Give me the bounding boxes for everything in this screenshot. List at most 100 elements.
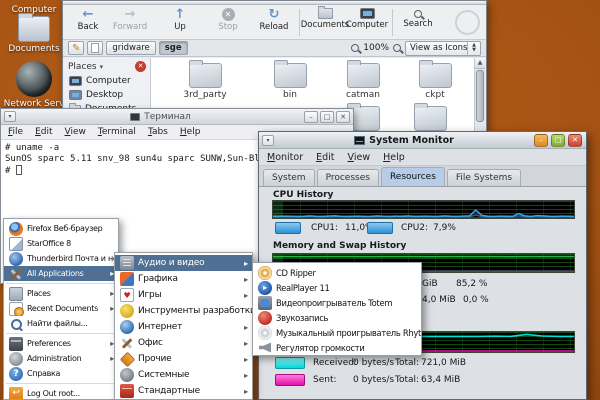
menu-item-other[interactable]: Прочие ▸	[115, 351, 252, 367]
menu-file[interactable]: File	[8, 127, 23, 137]
root-path-button[interactable]	[87, 41, 103, 55]
menu-terminal[interactable]: Terminal	[98, 127, 136, 137]
vertical-scrollbar[interactable]: ▲	[474, 58, 485, 138]
file-item-3rd-party[interactable]: 3rd_party	[173, 63, 237, 100]
terminal-titlebar[interactable]: Терминал	[1, 109, 353, 125]
menu-item-find-files[interactable]: Найти файлы...	[4, 316, 118, 331]
menu-separator	[6, 383, 116, 384]
menu-item-volume-control[interactable]: Регулятор громкости	[253, 340, 421, 355]
close-button[interactable]	[568, 134, 582, 147]
menu-item-firefox[interactable]: Firefox Веб-браузер	[4, 221, 118, 236]
menu-item-all-applications[interactable]: All Applications ▸	[4, 266, 118, 281]
window-menu-icon[interactable]	[4, 111, 16, 122]
maximize-button[interactable]	[551, 134, 565, 147]
scroll-up-icon[interactable]: ▲	[475, 58, 485, 69]
menu-item-realplayer[interactable]: RealPlayer 11	[253, 280, 421, 295]
search-button[interactable]: Search	[397, 7, 439, 29]
edit-location-button[interactable]: ✎	[68, 41, 84, 55]
path-button-sge[interactable]: sge	[159, 41, 188, 55]
menu-item-sound-recorder[interactable]: Звукозапись	[253, 310, 421, 325]
help-icon	[9, 367, 23, 381]
menu-tabs[interactable]: Tabs	[148, 127, 168, 137]
menu-item-audio-video[interactable]: Аудио и видео ▸	[115, 255, 252, 271]
menu-item-places[interactable]: Places ▸	[4, 286, 118, 301]
applications-icon	[9, 267, 23, 281]
menu-item-preferences[interactable]: Preferences ▸	[4, 336, 118, 351]
network-globe-icon	[16, 61, 52, 97]
path-button-gridware[interactable]: gridware	[106, 41, 155, 55]
desktop-icon-label: Documents	[2, 44, 66, 54]
menu-item-graphics[interactable]: Графика ▸	[115, 271, 252, 287]
tab-system[interactable]: System	[263, 169, 315, 186]
menu-monitor[interactable]: Monitor	[267, 152, 303, 163]
menu-item-label: Administration	[27, 354, 81, 363]
menu-item-games[interactable]: Игры ▸	[115, 287, 252, 303]
menu-item-label: Графика	[138, 274, 178, 284]
tab-file-systems[interactable]: File Systems	[447, 169, 521, 186]
accessories-icon	[120, 384, 134, 398]
toolbar-button-label: Back	[78, 22, 99, 32]
cpu-history-label: CPU History	[273, 190, 333, 200]
scrollbar-thumb[interactable]	[476, 70, 484, 122]
menu-item-log-out[interactable]: Log Out root...	[4, 386, 118, 400]
documents-button[interactable]: Documents	[304, 7, 346, 30]
stop-button[interactable]: ✕ Stop	[207, 7, 249, 32]
folder-icon	[18, 16, 50, 42]
file-item-ckpt[interactable]: ckpt	[403, 63, 467, 100]
menu-item-accessories[interactable]: Стандартные ▸	[115, 383, 252, 399]
close-sidebar-icon[interactable]: ✕	[135, 61, 146, 72]
sidebar-item-computer[interactable]: Computer	[64, 74, 150, 88]
up-button[interactable]: ↑ Up	[159, 7, 201, 32]
desktop-icon-network-servers[interactable]: Network Serv	[2, 61, 66, 109]
menu-item-rhythmbox[interactable]: Музыкальный проигрыватель Rhythmbox	[253, 325, 421, 340]
cd-ripper-icon	[258, 266, 272, 280]
minimize-button[interactable]	[534, 134, 548, 147]
menu-item-system[interactable]: Системные ▸	[115, 367, 252, 383]
places-header[interactable]: Places ▾ ✕	[64, 58, 150, 74]
forward-button[interactable]: → Forward	[109, 7, 151, 32]
menu-help[interactable]: Help	[383, 152, 405, 163]
menu-item-label: Системные	[138, 370, 189, 380]
sound-recorder-icon	[258, 311, 272, 325]
menu-item-staroffice[interactable]: StarOffice 8	[4, 236, 118, 251]
computer-button[interactable]: Computer	[346, 7, 388, 30]
menu-view[interactable]: View	[348, 152, 371, 163]
zoom-out-icon[interactable]	[351, 44, 359, 52]
menu-item-help[interactable]: Справка	[4, 366, 118, 381]
menu-item-label: Видеопроигрыватель Totem	[276, 298, 392, 308]
minimize-button[interactable]	[304, 111, 318, 123]
menu-help[interactable]: Help	[180, 127, 201, 137]
menu-item-cd-ripper[interactable]: CD Ripper	[253, 265, 421, 280]
reload-button[interactable]: ↻ Reload	[253, 7, 295, 32]
menu-item-internet[interactable]: Интернет ▸	[115, 319, 252, 335]
tab-resources[interactable]: Resources	[381, 167, 445, 186]
menu-item-thunderbird[interactable]: Thunderbird Почта и новости	[4, 251, 118, 266]
maximize-button[interactable]	[320, 111, 334, 123]
system-monitor-titlebar[interactable]: System Monitor	[259, 132, 586, 149]
folder-icon	[189, 63, 222, 88]
terminal-title-group: Терминал	[19, 112, 302, 122]
menu-item-administration[interactable]: Administration ▸	[4, 351, 118, 366]
menu-item-development[interactable]: Инструменты разработки ▸	[115, 303, 252, 319]
desktop-icon-documents[interactable]: Documents	[2, 16, 66, 54]
zoom-in-icon[interactable]	[393, 44, 401, 52]
cpu2-swatch	[367, 222, 393, 234]
memory-history-label: Memory and Swap History	[273, 241, 406, 251]
file-item-bin[interactable]: bin	[258, 63, 322, 100]
menu-view[interactable]: View	[65, 127, 86, 137]
menu-item-office[interactable]: Офис ▸	[115, 335, 252, 351]
tab-processes[interactable]: Processes	[317, 169, 379, 186]
close-button[interactable]	[336, 111, 350, 123]
view-mode-dropdown[interactable]: View as Icons ▲▼	[405, 41, 481, 56]
menu-item-totem[interactable]: Видеопроигрыватель Totem	[253, 295, 421, 310]
menu-edit[interactable]: Edit	[316, 152, 334, 163]
window-menu-icon[interactable]	[262, 135, 274, 146]
desktop-icon-computer[interactable]: Computer	[2, 5, 66, 15]
submenu-arrow-icon: ▸	[244, 371, 248, 380]
file-item-catman[interactable]: catman	[331, 63, 395, 100]
menu-edit[interactable]: Edit	[35, 127, 52, 137]
sidebar-item-desktop[interactable]: Desktop	[64, 88, 150, 102]
menu-item-recent-documents[interactable]: Recent Documents ▸	[4, 301, 118, 316]
back-button[interactable]: ← Back	[67, 7, 109, 32]
menu-item-label: Справка	[27, 369, 60, 378]
